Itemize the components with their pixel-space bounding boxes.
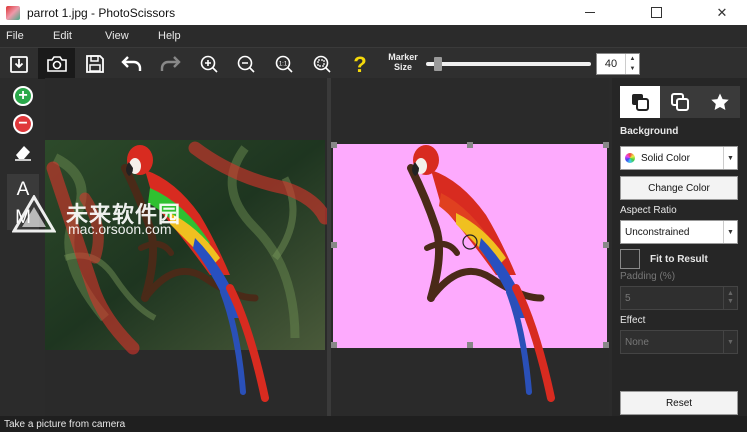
background-mode-value: Solid Color xyxy=(641,152,690,164)
watermark-url: mac.orsoon.com xyxy=(68,221,172,237)
status-text: Take a picture from camera xyxy=(4,418,126,430)
change-color-button[interactable]: Change Color xyxy=(620,176,738,200)
chevron-down-icon[interactable]: ▼ xyxy=(723,221,737,243)
window-controls: ✕ xyxy=(573,0,747,25)
settings-sidebar: Background Solid Color ▼ Change Color As… xyxy=(612,78,747,416)
watermark-logo xyxy=(12,195,56,233)
original-image-pane[interactable] xyxy=(45,78,327,416)
question-mark-icon: ? xyxy=(353,53,366,75)
effect-label: Effect xyxy=(620,315,646,326)
zoom-actual-size-icon: 1:1 xyxy=(275,55,293,73)
close-button[interactable]: ✕ xyxy=(705,0,739,25)
background-label: Background xyxy=(620,126,679,137)
minimize-button[interactable] xyxy=(573,0,607,25)
padding-label: Padding (%) xyxy=(620,271,676,282)
zoom-in-button[interactable] xyxy=(195,50,223,78)
result-preview[interactable] xyxy=(331,78,609,416)
marker-size-slider[interactable] xyxy=(426,57,591,71)
zoom-out-button[interactable] xyxy=(232,50,260,78)
layers-icon xyxy=(632,94,649,111)
redo-button[interactable] xyxy=(156,50,184,78)
menu-bar: File Edit View Help xyxy=(0,25,747,47)
camera-icon xyxy=(46,55,67,72)
sidebar-tabs xyxy=(620,86,740,120)
chevron-down-icon[interactable]: ▼ xyxy=(723,147,737,169)
close-icon: ✕ xyxy=(716,4,728,20)
chevron-down-icon[interactable]: ▼ xyxy=(727,298,734,306)
marker-label-line-1: Marker xyxy=(388,52,418,62)
menu-view[interactable]: View xyxy=(99,30,152,42)
maximize-button[interactable] xyxy=(639,0,673,25)
chevron-up-icon[interactable]: ▲ xyxy=(626,54,639,64)
window-title: parrot 1.jpg - PhotoScissors xyxy=(27,5,176,20)
open-file-button[interactable] xyxy=(5,50,33,78)
help-button[interactable]: ? xyxy=(346,50,374,78)
reset-button[interactable]: Reset xyxy=(620,391,738,415)
marker-size-spinner[interactable]: 40 ▲ ▼ xyxy=(596,53,640,75)
effect-select[interactable]: None ▼ xyxy=(620,330,738,354)
tab-foreground[interactable] xyxy=(660,86,700,118)
background-mode-select[interactable]: Solid Color ▼ xyxy=(620,146,738,170)
fit-to-result-checkbox[interactable] xyxy=(620,249,640,269)
undo-icon xyxy=(121,56,142,71)
svg-text:?: ? xyxy=(353,53,366,75)
result-image-pane[interactable] xyxy=(331,78,609,416)
star-icon xyxy=(711,93,729,110)
svg-text:1:1: 1:1 xyxy=(279,62,288,68)
eraser-icon xyxy=(15,146,31,161)
aspect-ratio-label: Aspect Ratio xyxy=(620,205,677,216)
redo-icon xyxy=(160,56,181,71)
aspect-ratio-select[interactable]: Unconstrained ▼ xyxy=(620,220,738,244)
plus-circle-icon: + xyxy=(13,86,33,106)
menu-file[interactable]: File xyxy=(0,30,47,42)
aspect-ratio-value: Unconstrained xyxy=(625,226,690,238)
chevron-down-icon[interactable]: ▼ xyxy=(626,64,639,74)
spinner-arrows[interactable]: ▲ ▼ xyxy=(723,287,737,309)
remove-marker-button[interactable]: − xyxy=(7,110,39,138)
padding-spinner[interactable]: 5 ▲ ▼ xyxy=(620,286,738,310)
padding-value: 5 xyxy=(625,292,631,304)
chevron-down-icon[interactable]: ▼ xyxy=(723,331,737,353)
color-wheel-icon xyxy=(625,153,635,163)
marker-size-label: Marker Size xyxy=(384,52,422,72)
app-icon xyxy=(6,5,20,20)
fit-to-result-label: Fit to Result xyxy=(650,254,708,265)
minus-circle-icon: − xyxy=(13,114,33,134)
save-icon xyxy=(86,55,104,73)
zoom-fit-icon xyxy=(313,55,331,73)
effect-value: None xyxy=(625,336,649,348)
tab-effects[interactable] xyxy=(700,86,740,118)
save-button[interactable] xyxy=(81,50,109,78)
title-bar: parrot 1.jpg - PhotoScissors ✕ xyxy=(0,0,747,25)
original-photo[interactable] xyxy=(45,78,327,416)
marker-size-value[interactable]: 40 xyxy=(597,54,625,74)
import-icon xyxy=(10,56,28,73)
zoom-fit-button[interactable] xyxy=(308,50,336,78)
marker-label-line-2: Size xyxy=(393,62,412,72)
menu-help[interactable]: Help xyxy=(152,30,187,42)
menu-edit[interactable]: Edit xyxy=(47,30,99,42)
actual-size-button[interactable]: 1:1 xyxy=(270,50,298,78)
camera-button[interactable] xyxy=(38,48,75,79)
zoom-out-icon xyxy=(237,55,255,73)
tab-background[interactable] xyxy=(620,86,660,118)
undo-button[interactable] xyxy=(118,50,146,78)
spinner-arrows[interactable]: ▲ ▼ xyxy=(625,54,639,74)
keep-marker-button[interactable]: + xyxy=(7,82,39,110)
zoom-in-icon xyxy=(200,55,218,73)
overlap-icon xyxy=(671,93,689,111)
eraser-button[interactable] xyxy=(7,138,39,166)
status-bar: Take a picture from camera xyxy=(0,416,747,432)
chevron-up-icon[interactable]: ▲ xyxy=(727,290,734,298)
slider-thumb[interactable] xyxy=(433,57,442,71)
